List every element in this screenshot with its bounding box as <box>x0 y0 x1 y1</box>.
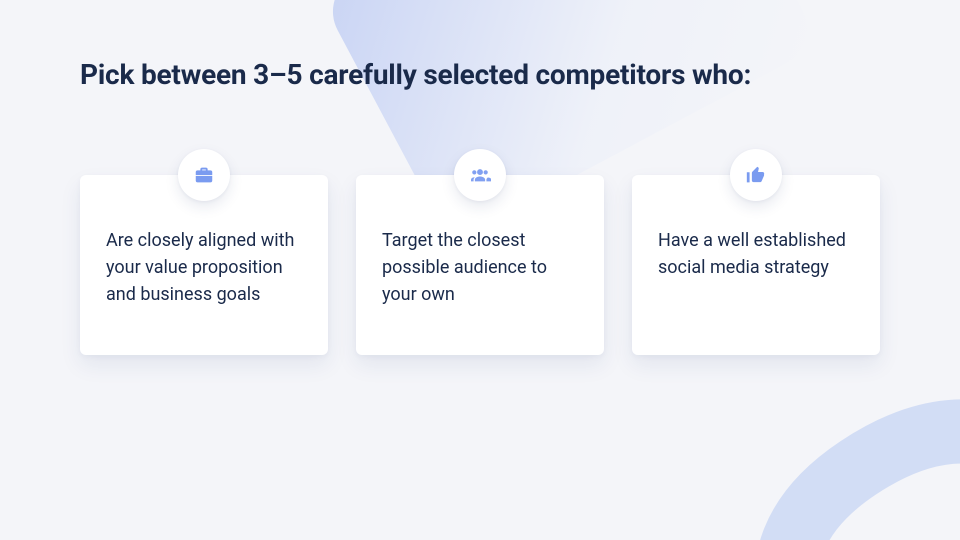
card-strategy: Have a well established social media str… <box>632 175 880 355</box>
slide-title: Pick between 3–5 carefully selected comp… <box>80 58 880 91</box>
thumbs-up-icon <box>730 149 782 201</box>
card-text: Have a well established social media str… <box>658 227 854 281</box>
cards-row: Are closely aligned with your value prop… <box>80 175 880 355</box>
card-audience: Target the closest possible audience to … <box>356 175 604 355</box>
card-text: Are closely aligned with your value prop… <box>106 227 302 308</box>
card-value-proposition: Are closely aligned with your value prop… <box>80 175 328 355</box>
slide-container: Pick between 3–5 carefully selected comp… <box>0 0 960 540</box>
card-text: Target the closest possible audience to … <box>382 227 578 308</box>
group-icon <box>454 149 506 201</box>
briefcase-icon <box>178 149 230 201</box>
